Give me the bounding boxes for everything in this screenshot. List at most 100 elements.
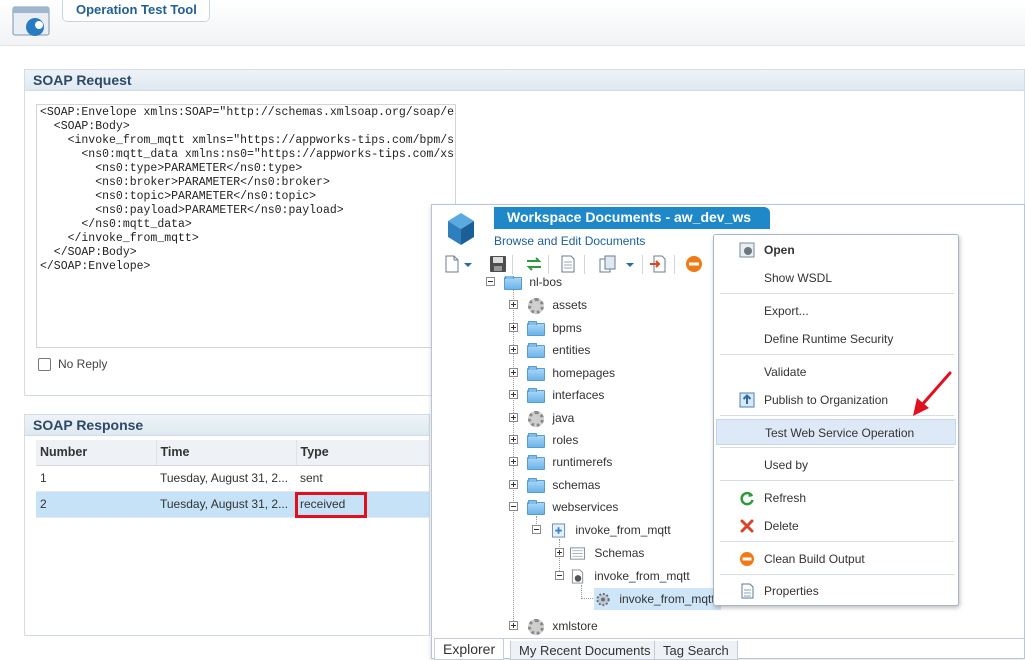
tree-node-label: entities <box>552 343 591 357</box>
dropdown-icon[interactable] <box>624 254 636 274</box>
menu-separator <box>720 447 954 448</box>
new-document-icon[interactable] <box>442 254 462 274</box>
tree-node-schemas[interactable]: schemas <box>509 474 600 496</box>
column-header-time[interactable]: Time <box>156 440 297 466</box>
expand-icon[interactable] <box>509 435 518 444</box>
tree-node-java[interactable]: java <box>509 407 574 429</box>
tree-node-bpms[interactable]: bpms <box>509 317 582 339</box>
menu-item-properties[interactable]: Properties <box>716 578 956 604</box>
expand-icon[interactable] <box>509 345 518 354</box>
toolbar-separator <box>584 255 585 274</box>
column-header-type[interactable]: Type <box>296 440 430 466</box>
app-title-tab: Operation Test Tool <box>62 0 210 22</box>
menu-item-define-runtime-security[interactable]: Define Runtime Security <box>716 326 956 352</box>
menu-item-label: Properties <box>764 584 819 598</box>
dropdown-icon[interactable] <box>462 254 474 274</box>
menu-item-label: Publish to Organization <box>764 393 889 407</box>
tab-my-recent-documents[interactable]: My Recent Documents <box>510 641 660 660</box>
expand-icon[interactable] <box>509 413 518 422</box>
response-table: Number Time Type 1 Tuesday, August 31, 2… <box>36 440 430 518</box>
expand-icon[interactable] <box>555 548 564 557</box>
clean-icon <box>740 552 754 566</box>
menu-separator <box>720 480 954 481</box>
column-header-number[interactable]: Number <box>36 440 157 466</box>
properties-icon <box>741 583 754 599</box>
annotation-arrow <box>913 371 952 416</box>
workspace-logo-icon <box>448 213 474 245</box>
tab-explorer[interactable]: Explorer <box>434 639 505 660</box>
tree-node-label: invoke_from_mqtt <box>575 523 671 537</box>
synchronize-icon[interactable] <box>524 254 544 274</box>
menu-item-test-web-service-operation[interactable]: Test Web Service Operation <box>716 419 956 445</box>
toolbar-separator <box>674 255 675 274</box>
folder-icon <box>527 455 545 471</box>
export-icon[interactable] <box>648 254 668 274</box>
tree-node-label: bpms <box>552 321 582 335</box>
table-row[interactable]: 1 Tuesday, August 31, 2... sent <box>36 465 430 492</box>
tree-node-entities[interactable]: entities <box>509 339 590 361</box>
menu-separator <box>720 293 954 294</box>
cell-number: 1 <box>36 465 156 492</box>
collapse-icon[interactable] <box>532 525 541 534</box>
menu-item-label: Refresh <box>764 491 807 505</box>
expand-icon[interactable] <box>509 457 518 466</box>
tree-node-label: invoke_from_mqtt <box>619 592 715 606</box>
tree-node-root[interactable]: nl-bos <box>486 276 562 293</box>
menu-separator <box>720 354 954 355</box>
tree-node-assets[interactable]: assets <box>509 294 587 316</box>
tree-node-operation[interactable]: invoke_from_mqtt <box>594 588 721 610</box>
gear-icon <box>527 298 545 315</box>
menu-item-open[interactable]: Open <box>716 237 956 263</box>
expand-icon[interactable] <box>509 480 518 489</box>
tree-node-schemas-node[interactable]: Schemas <box>555 542 644 564</box>
tree-line <box>581 598 593 599</box>
cell-type: sent <box>296 465 430 492</box>
menu-item-label: Used by <box>764 458 809 472</box>
webservice-package-icon <box>551 523 566 538</box>
save-icon[interactable] <box>488 254 508 274</box>
tree-node-interface[interactable]: invoke_from_mqtt <box>555 565 690 587</box>
menu-item-refresh[interactable]: Refresh <box>716 485 956 511</box>
tree-node-label: schemas <box>552 478 601 492</box>
menu-item-delete[interactable]: Delete <box>716 513 956 539</box>
cell-time: Tuesday, August 31, 2... <box>156 465 296 492</box>
tree-node-homepages[interactable]: homepages <box>509 362 615 384</box>
menu-item-label: Test Web Service Operation <box>765 426 915 440</box>
folder-icon <box>527 478 545 494</box>
collapse-icon[interactable] <box>509 502 518 511</box>
workspace-subtitle: Browse and Edit Documents <box>494 234 646 248</box>
expand-icon[interactable] <box>509 368 518 377</box>
menu-item-label: Export... <box>764 304 809 318</box>
toolbar-separator <box>512 255 513 274</box>
expand-icon[interactable] <box>509 621 518 630</box>
tree-node-webservices[interactable]: webservices <box>509 496 618 518</box>
gear-icon <box>527 619 545 636</box>
folder-open-icon <box>527 500 545 516</box>
no-reply-checkbox[interactable] <box>38 358 51 371</box>
workspace-tree: nl-bos assets bpms entities homepages in… <box>434 276 734 638</box>
tree-node-xmlstore[interactable]: xmlstore <box>509 615 598 637</box>
menu-item-clean-build-output[interactable]: Clean Build Output <box>716 546 956 572</box>
tree-node-label: runtimerefs <box>552 455 613 469</box>
stop-icon[interactable] <box>684 254 704 274</box>
menu-item-export[interactable]: Export... <box>716 298 956 324</box>
expand-icon[interactable] <box>509 323 518 332</box>
tab-tag-search[interactable]: Tag Search <box>654 641 738 660</box>
expand-icon[interactable] <box>509 390 518 399</box>
document-icon[interactable] <box>558 254 578 274</box>
toolbar-separator <box>548 255 549 274</box>
collapse-icon[interactable] <box>486 277 495 286</box>
menu-item-label: Validate <box>764 365 807 379</box>
tree-node-roles[interactable]: roles <box>509 429 578 451</box>
expand-icon[interactable] <box>509 300 518 309</box>
copy-icon[interactable] <box>598 254 618 274</box>
tree-node-webservice-package[interactable]: invoke_from_mqtt <box>532 519 671 541</box>
tree-node-runtimerefs[interactable]: runtimerefs <box>509 451 612 473</box>
table-row[interactable]: 2 Tuesday, August 31, 2... received <box>36 491 430 518</box>
workspace-tabs: Explorer My Recent Documents Tag Search <box>434 638 1025 660</box>
collapse-icon[interactable] <box>555 571 564 580</box>
soap-request-editor[interactable]: <SOAP:Envelope xmlns:SOAP="http://schema… <box>36 104 456 348</box>
menu-item-used-by[interactable]: Used by <box>716 452 956 478</box>
tree-node-interfaces[interactable]: interfaces <box>509 384 604 406</box>
menu-item-show-wsdl[interactable]: Show WSDL <box>716 265 956 291</box>
